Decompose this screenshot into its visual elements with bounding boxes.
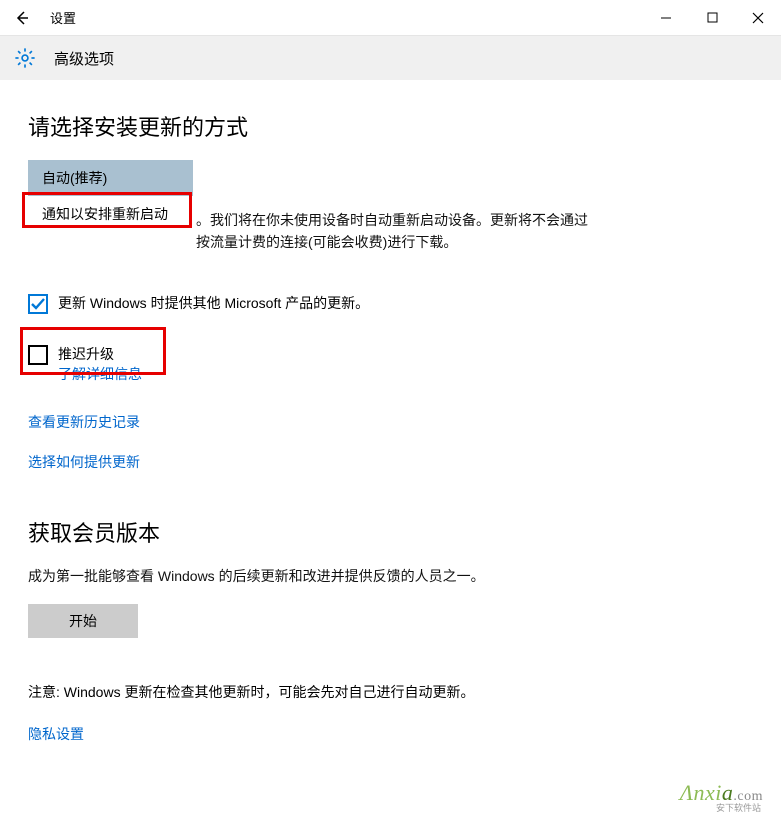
checkbox-defer-label: 推迟升级 — [58, 344, 142, 364]
section-heading-insider: 获取会员版本 — [28, 516, 753, 548]
close-button[interactable] — [735, 0, 781, 36]
titlebar: 设置 — [0, 0, 781, 36]
update-history-link[interactable]: 查看更新历史记录 — [28, 412, 140, 432]
desc-tail: 。我们将在你未使用设备时自动重新启动设备。更新将不会通过按流量计费的连接(可能会… — [196, 212, 588, 250]
minimize-button[interactable] — [643, 0, 689, 36]
start-button[interactable]: 开始 — [28, 604, 138, 638]
dropdown-selected-option[interactable]: 自动(推荐) — [28, 160, 193, 196]
delivery-optimization-link[interactable]: 选择如何提供更新 — [28, 452, 140, 472]
gear-icon — [14, 47, 36, 69]
update-note: 注意: Windows 更新在检查其他更新时，可能会先对自己进行自动更新。 — [28, 682, 588, 704]
checkbox-msproducts-label: 更新 Windows 时提供其他 Microsoft 产品的更新。 — [58, 293, 369, 313]
minimize-icon — [660, 12, 672, 24]
learn-more-link[interactable]: 了解详细信息 — [58, 364, 142, 384]
back-button[interactable] — [0, 0, 44, 36]
insider-description: 成为第一批能够查看 Windows 的后续更新和改进并提供反馈的人员之一。 — [28, 566, 588, 588]
subheader: 高级选项 — [0, 36, 781, 80]
install-mode-dropdown[interactable]: 自动(推荐) 通知以安排重新启动 — [28, 160, 193, 232]
privacy-settings-link[interactable]: 隐私设置 — [28, 724, 84, 744]
maximize-button[interactable] — [689, 0, 735, 36]
section-heading-install: 请选择安装更新的方式 — [28, 110, 753, 142]
page-title: 高级选项 — [54, 48, 114, 69]
check-icon — [30, 296, 46, 312]
checkbox-row-defer: 推迟升级 了解详细信息 — [28, 344, 753, 384]
arrow-left-icon — [14, 10, 30, 26]
watermark-subtitle: 安下软件站 — [716, 801, 761, 814]
checkbox-defer[interactable] — [28, 345, 48, 365]
close-icon — [752, 12, 764, 24]
window-controls — [643, 0, 781, 36]
window-title: 设置 — [50, 8, 76, 27]
defer-label-group: 推迟升级 了解详细信息 — [58, 344, 142, 384]
content-area: 请选择安装更新的方式 自动(推荐) 通知以安排重新启动 。我们将在你未使用设备时… — [0, 80, 781, 754]
checkbox-row-msproducts: 更新 Windows 时提供其他 Microsoft 产品的更新。 — [28, 293, 753, 314]
maximize-icon — [707, 12, 718, 23]
dropdown-option-notify[interactable]: 通知以安排重新启动 — [28, 196, 193, 232]
checkbox-msproducts[interactable] — [28, 294, 48, 314]
